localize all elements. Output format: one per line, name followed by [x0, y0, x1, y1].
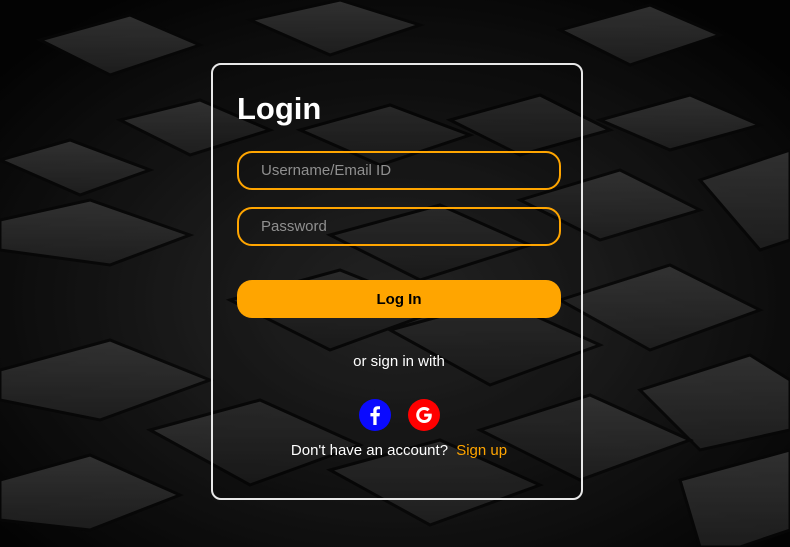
- username-input[interactable]: [237, 151, 561, 190]
- alt-signin-text: or sign in with: [353, 353, 445, 370]
- page-title: Login: [237, 91, 322, 126]
- signup-link[interactable]: Sign up: [456, 442, 507, 459]
- signup-row: Don't have an account? Sign up: [213, 442, 585, 459]
- login-page: Login Log In or sign in with Don't have …: [0, 0, 790, 547]
- login-card: Login Log In or sign in with Don't have …: [211, 63, 583, 500]
- google-icon[interactable]: [407, 399, 440, 431]
- login-button[interactable]: Log In: [237, 280, 561, 318]
- password-input[interactable]: [237, 207, 561, 246]
- social-login-group: [213, 399, 585, 431]
- signup-prompt: Don't have an account?: [290, 442, 449, 459]
- facebook-icon[interactable]: [358, 399, 391, 431]
